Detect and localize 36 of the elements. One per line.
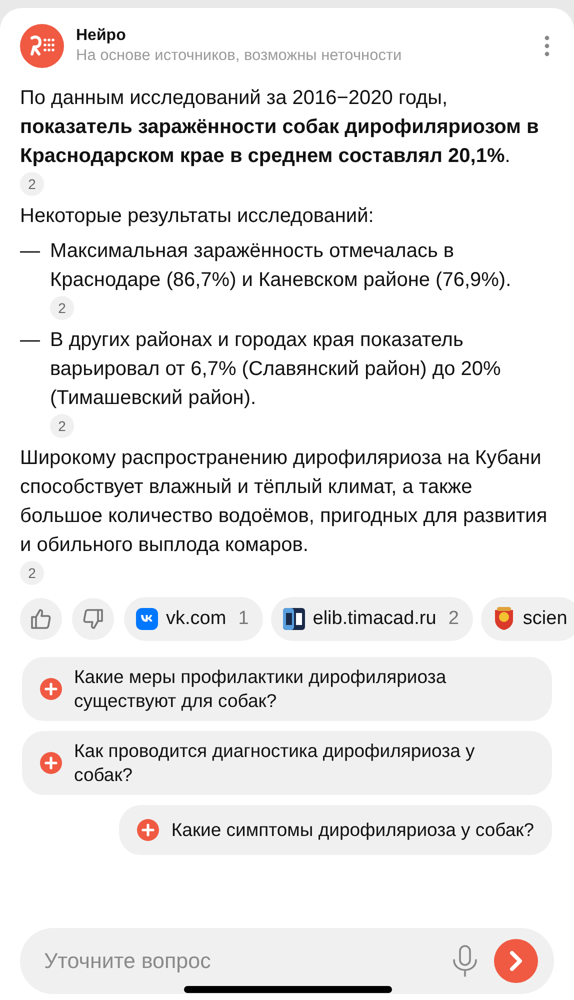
thumbs-down-icon <box>81 607 105 631</box>
source-chip[interactable]: elib.timacad.ru 2 <box>270 597 473 641</box>
dislike-button[interactable] <box>72 598 114 640</box>
answer-text: Некоторые результаты исследований: <box>20 204 374 229</box>
plus-icon <box>137 819 160 841</box>
emblem-icon <box>492 607 515 631</box>
more-icon[interactable] <box>542 35 552 57</box>
citation-badge[interactable]: 2 <box>20 172 44 196</box>
answer-text: В других районах и городах края показатель варьировал от 6,7% (Славянский район) до 20% (Тимашевский район). <box>50 328 502 411</box>
citation-badge[interactable]: 2 <box>50 414 74 438</box>
citation-badge[interactable]: 2 <box>50 296 74 320</box>
assistant-subtitle: На основе источников, возможны неточности <box>76 47 403 65</box>
like-button[interactable] <box>20 598 62 640</box>
vk-logo-icon <box>136 608 158 630</box>
library-logo-icon <box>282 608 305 630</box>
citation-badge[interactable]: 2 <box>20 561 44 585</box>
assistant-name: Нейро <box>76 27 127 45</box>
chevron-right-icon <box>508 950 524 972</box>
microphone-icon[interactable] <box>450 944 480 978</box>
suggestion-button[interactable]: Как проводится диагностика дирофиляриоза у собак? <box>22 731 552 795</box>
plus-icon <box>40 678 62 700</box>
bullet-dash: — <box>20 239 40 264</box>
thumbs-up-icon <box>29 607 53 631</box>
suggestion-button[interactable]: Какие меры профилактики дирофиляриоза существуют для собак? <box>22 657 552 721</box>
send-button[interactable] <box>494 939 538 983</box>
plus-icon <box>40 752 62 774</box>
question-field[interactable]: Уточните вопрос <box>20 928 554 994</box>
bullet-dash: — <box>20 328 40 353</box>
suggestion-button[interactable]: Какие симптомы дирофиляриоза у собак? <box>119 805 552 855</box>
logo-icon <box>20 24 64 68</box>
answer-text: По данным исследований за 2016−2020 годы, показатель заражённости собак дирофиляриозом в Краснодарском крае в среднем составлял 20,1%. <box>20 86 540 169</box>
answer-text: Широкому распространению дирофиляриоза на Кубани способствует влажный и тёплый климат, а также большое количество водоёмов, пригодных для развития и обильного выплода комаров. <box>20 446 548 558</box>
question-input[interactable]: Уточните вопрос <box>42 948 436 974</box>
answer-text: Максимальная заражённость отмечалась в Краснодаре (86,7%) и Каневском районе (76,9%). <box>50 239 512 293</box>
source-chip[interactable]: vk.com 1 <box>124 597 263 641</box>
source-chip[interactable]: scien <box>480 597 574 641</box>
